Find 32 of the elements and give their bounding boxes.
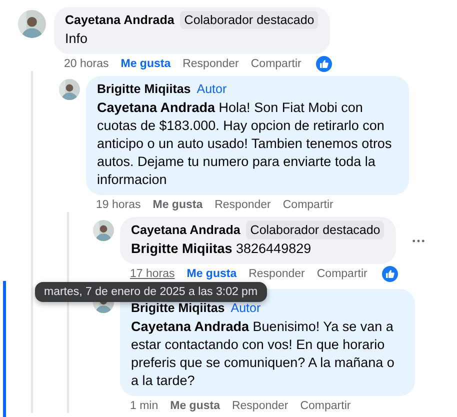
featured-label: Colaborador destacado <box>246 221 384 239</box>
author-label: Autor <box>196 81 227 98</box>
comment-text: Brigitte Miqiitas 3826449829 <box>131 240 312 258</box>
timestamp-link[interactable]: 19 horas <box>96 198 141 210</box>
timestamp-link[interactable]: 20 horas <box>64 58 109 70</box>
reply-link[interactable]: Responder <box>232 400 288 412</box>
comment-text: Info <box>65 30 89 48</box>
thumbs-up-icon[interactable] <box>382 266 398 282</box>
share-link[interactable]: Compartir <box>300 400 351 412</box>
author-label: Autor <box>230 300 261 317</box>
share-link[interactable]: Compartir <box>250 58 302 70</box>
reply-link[interactable]: Responder <box>182 58 239 70</box>
author-name[interactable]: Brigitte Miqiitas <box>131 301 225 315</box>
timestamp-link[interactable]: 1 min <box>130 400 158 412</box>
author-name[interactable]: Brigitte Miqiitas <box>97 82 191 96</box>
share-link[interactable]: Compartir <box>282 198 334 210</box>
author-name[interactable]: Cayetana Andrada <box>65 13 174 27</box>
author-name[interactable]: Cayetana Andrada <box>131 223 240 237</box>
timestamp-link[interactable]: 17 horas <box>130 268 175 280</box>
timestamp-tooltip: martes, 7 de enero de 2025 a las 3:02 pm <box>35 282 267 302</box>
reply-link[interactable]: Responder <box>214 198 271 210</box>
like-link[interactable]: Me gusta <box>152 198 203 210</box>
more-options-icon[interactable] <box>412 238 426 242</box>
like-link[interactable]: Me gusta <box>186 268 237 280</box>
comment-text: Cayetana Andrada Hola! Son Fiat Mobi con cuotas de $183.000. Hay opcion de retirarlo con anticipo o un auto usado! Tambien tenemos otros autos. Dejame tu numero para enviarte toda la informacion <box>97 99 393 189</box>
featured-label: Colaborador destacado <box>180 11 318 29</box>
thumbs-up-icon[interactable] <box>316 56 332 72</box>
comment-text: Cayetana Andrada Buenisimo! Ya se van a estar contactando con vos! En que horario preferis que se comuniquen? A la mañana o a la tarde? <box>131 318 396 390</box>
like-link[interactable]: Me gusta <box>120 58 171 70</box>
share-link[interactable]: Compartir <box>316 268 368 280</box>
like-link[interactable]: Me gusta <box>170 400 220 412</box>
reply-link[interactable]: Responder <box>248 268 305 280</box>
